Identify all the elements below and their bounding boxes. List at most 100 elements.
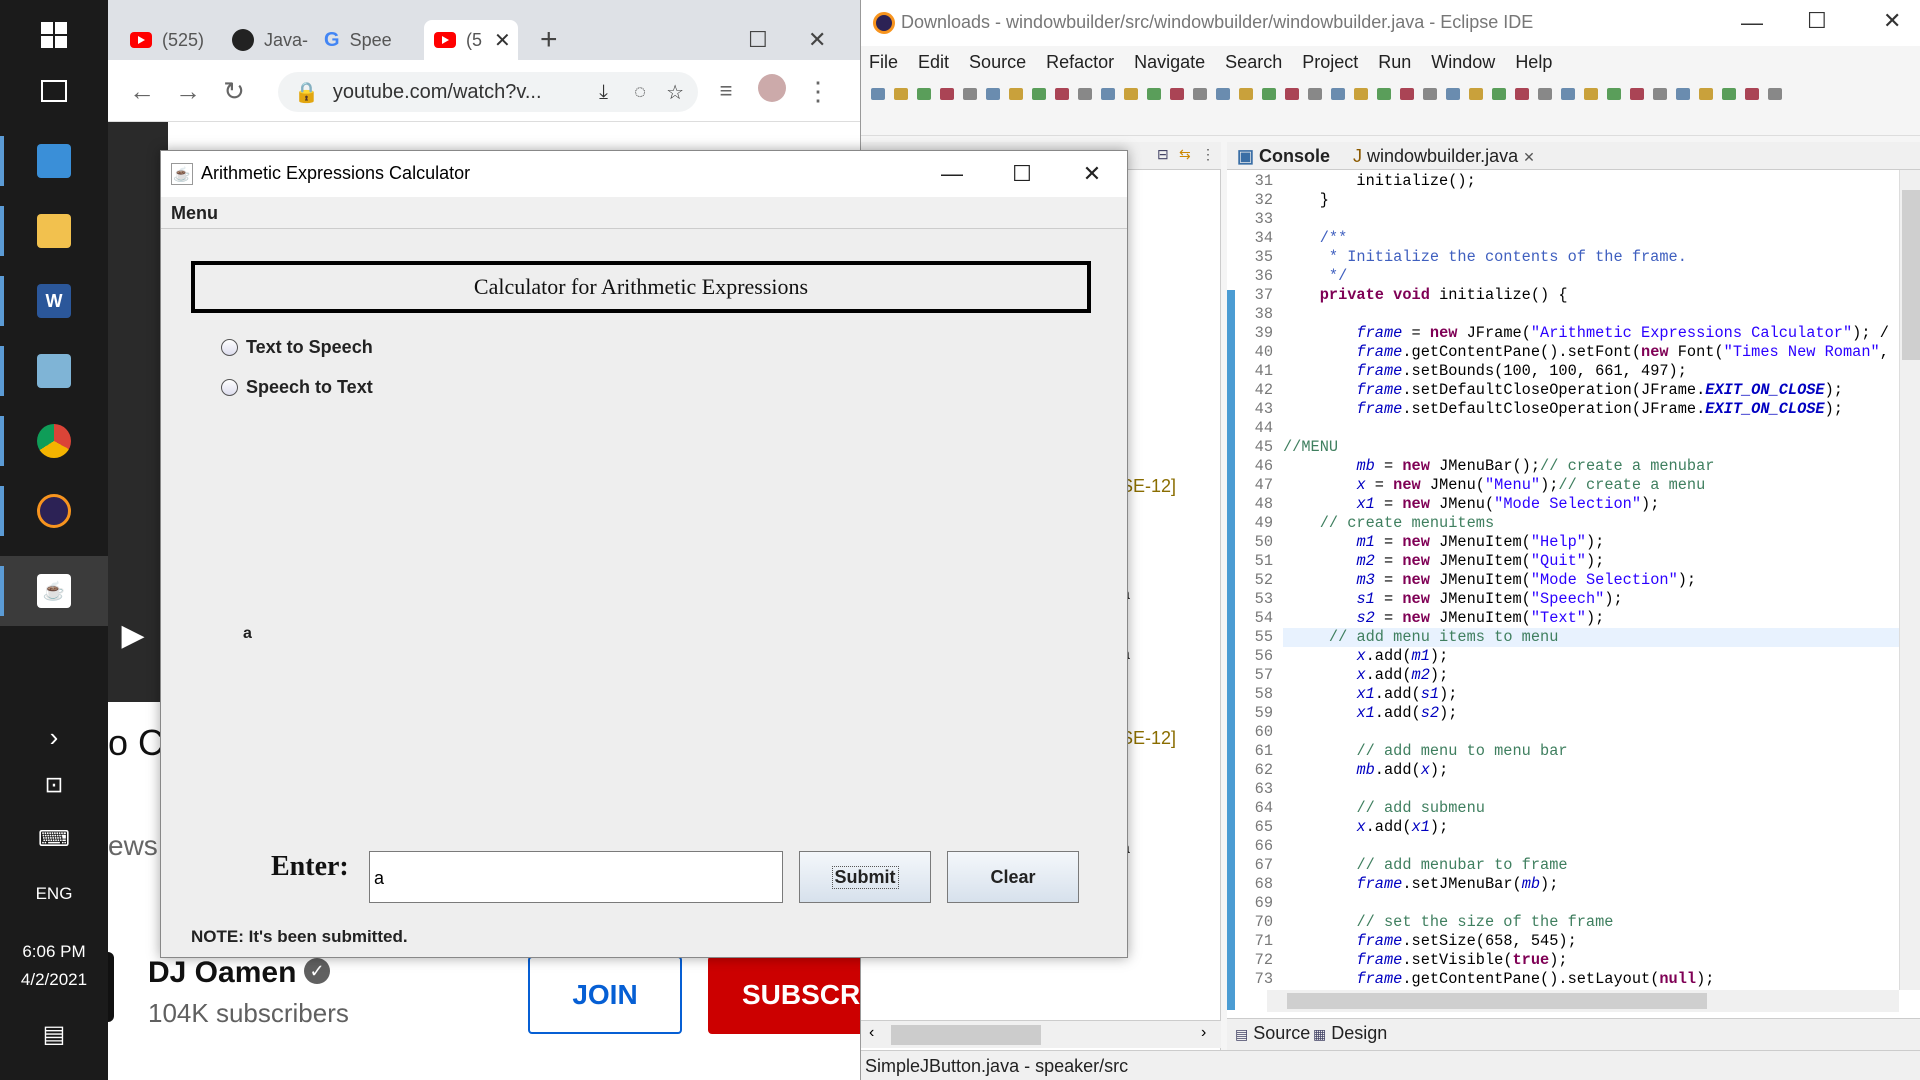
menu-run[interactable]: Run — [1378, 52, 1411, 73]
chevron-right-icon[interactable]: › — [0, 722, 108, 753]
notification-icon[interactable]: ▤ — [0, 1020, 108, 1049]
eclipse-app[interactable] — [0, 476, 108, 546]
toolbar-icon[interactable] — [940, 88, 954, 100]
code-line[interactable]: s1 = new JMenuItem("Speech"); — [1283, 590, 1622, 609]
join-button[interactable]: JOIN — [528, 956, 682, 1034]
horizontal-scrollbar[interactable]: ‹ › — [861, 1020, 1221, 1048]
subscribe-button[interactable]: SUBSCRI — [708, 956, 860, 1034]
code-line[interactable]: /** — [1283, 229, 1348, 248]
radio-text-to-speech[interactable]: Text to Speech — [221, 337, 373, 358]
code-line[interactable]: x.add(m1); — [1283, 647, 1448, 666]
submit-button[interactable]: Submit — [799, 851, 931, 903]
radio-button-icon[interactable] — [221, 339, 238, 356]
close-icon[interactable]: ✕ — [1057, 151, 1127, 197]
toolbar-icon[interactable] — [1101, 88, 1115, 100]
channel-name[interactable]: DJ Oamen — [148, 956, 296, 990]
reload-icon[interactable]: ↻ — [216, 74, 252, 110]
code-line[interactable]: // create menuitems — [1283, 514, 1494, 533]
toolbar-icon[interactable] — [1515, 88, 1529, 100]
tab-design[interactable]: ▦ Design — [1313, 1023, 1387, 1044]
close-icon[interactable]: ✕ — [808, 20, 848, 60]
tab-source[interactable]: ▤ Source — [1235, 1023, 1310, 1044]
toolbar-icon[interactable] — [986, 88, 1000, 100]
new-tab-button[interactable]: + — [540, 20, 570, 60]
view-menu-icon[interactable]: ⋮ — [1201, 146, 1215, 163]
scroll-left-icon[interactable]: ‹ — [869, 1024, 874, 1042]
notepad-app[interactable] — [0, 336, 108, 406]
toolbar-icon[interactable] — [1653, 88, 1667, 100]
close-icon[interactable]: ✕ — [1883, 8, 1901, 34]
toolbar-icon[interactable] — [1561, 88, 1575, 100]
tab-console[interactable]: ▣ Console — [1237, 146, 1330, 167]
eye-off-icon[interactable]: ◌ — [634, 81, 646, 104]
toolbar-icon[interactable] — [1676, 88, 1690, 100]
code-line[interactable]: s2 = new JMenuItem("Text"); — [1283, 609, 1604, 628]
toolbar-icon[interactable] — [1722, 88, 1736, 100]
code-line[interactable]: // add menu items to menu — [1283, 628, 1899, 647]
profile-avatar[interactable] — [754, 74, 790, 110]
toolbar-icon[interactable] — [1584, 88, 1598, 100]
minimize-icon[interactable]: — — [1741, 10, 1763, 36]
code-line[interactable]: x1 = new JMenu("Mode Selection"); — [1283, 495, 1659, 514]
toolbar-icon[interactable] — [1607, 88, 1621, 100]
scroll-thumb[interactable] — [1287, 993, 1707, 1009]
code-line[interactable]: // add menubar to frame — [1283, 856, 1567, 875]
code-line[interactable]: frame.setDefaultCloseOperation(JFrame.EX… — [1283, 400, 1843, 419]
toolbar-icon[interactable] — [1147, 88, 1161, 100]
media-control-icon[interactable]: ≡ — [708, 74, 744, 110]
menu-edit[interactable]: Edit — [918, 52, 949, 73]
menu-navigate[interactable]: Navigate — [1134, 52, 1205, 73]
menu-file[interactable]: File — [869, 52, 898, 73]
code-editor[interactable]: 31 initialize(); 32 } 33 34 /** 35 * Initial… — [1227, 170, 1899, 990]
forward-icon[interactable]: → — [170, 74, 206, 110]
code-line[interactable]: frame.setSize(658, 545); — [1283, 932, 1576, 951]
expression-input[interactable]: a — [369, 851, 783, 903]
toolbar-icon[interactable] — [1331, 88, 1345, 100]
chrome-tab-1[interactable]: (525) — [130, 20, 220, 60]
video-player-thumbnail[interactable] — [108, 122, 168, 702]
editor-horizontal-scrollbar[interactable] — [1267, 990, 1899, 1012]
toolbar-icon[interactable] — [894, 88, 908, 100]
code-line[interactable]: frame.setBounds(100, 100, 661, 497); — [1283, 362, 1686, 381]
code-line[interactable]: * Initialize the contents of the frame. — [1283, 248, 1687, 267]
toolbar-icon[interactable] — [1285, 88, 1299, 100]
chrome-tab-2[interactable]: Java- — [232, 20, 312, 60]
scroll-thumb[interactable] — [1902, 190, 1920, 360]
scroll-right-icon[interactable]: › — [1201, 1024, 1206, 1042]
maximize-icon[interactable]: ☐ — [987, 151, 1057, 197]
scroll-thumb[interactable] — [891, 1025, 1041, 1045]
vertical-scrollbar[interactable] — [1899, 170, 1920, 990]
toolbar-icon[interactable] — [1538, 88, 1552, 100]
code-line[interactable]: //MENU — [1283, 438, 1338, 457]
jre-label[interactable]: SE-12] — [1121, 476, 1176, 497]
file-explorer-app[interactable] — [0, 196, 108, 266]
code-line[interactable]: frame.setVisible(true); — [1283, 951, 1567, 970]
chrome-tab-4-active[interactable]: (5 ✕ — [424, 20, 518, 60]
toolbar-icon[interactable] — [1768, 88, 1782, 100]
code-line[interactable]: */ — [1283, 267, 1347, 286]
toolbar-icon[interactable] — [917, 88, 931, 100]
collapse-all-icon[interactable]: ⊟ — [1157, 146, 1169, 163]
code-line[interactable]: mb.add(x); — [1283, 761, 1448, 780]
chrome-tab-3[interactable]: G Spee — [324, 20, 404, 60]
link-editor-icon[interactable]: ⇆ — [1179, 146, 1191, 163]
toolbar-icon[interactable] — [1055, 88, 1069, 100]
toolbar-icon[interactable] — [1078, 88, 1092, 100]
radio-button-icon[interactable] — [221, 379, 238, 396]
back-icon[interactable]: ← — [124, 74, 160, 110]
toolbar-icon[interactable] — [1239, 88, 1253, 100]
meet-now-icon[interactable]: ⊡ — [0, 772, 108, 798]
more-menu-icon[interactable]: ⋮ — [800, 74, 836, 110]
menu-refactor[interactable]: Refactor — [1046, 52, 1114, 73]
toolbar-icon[interactable] — [1423, 88, 1437, 100]
close-tab-icon[interactable]: ✕ — [1523, 149, 1535, 165]
menu-help[interactable]: Help — [1515, 52, 1552, 73]
clear-button[interactable]: Clear — [947, 851, 1079, 903]
java-app[interactable]: ☕ — [0, 556, 108, 626]
code-line[interactable]: // set the size of the frame — [1283, 913, 1613, 932]
toolbar-icon[interactable] — [1400, 88, 1414, 100]
close-tab-icon[interactable]: ✕ — [494, 28, 511, 53]
toolbar-icon[interactable] — [1216, 88, 1230, 100]
install-icon[interactable]: ⤓ — [599, 81, 608, 104]
toolbar-icon[interactable] — [1745, 88, 1759, 100]
